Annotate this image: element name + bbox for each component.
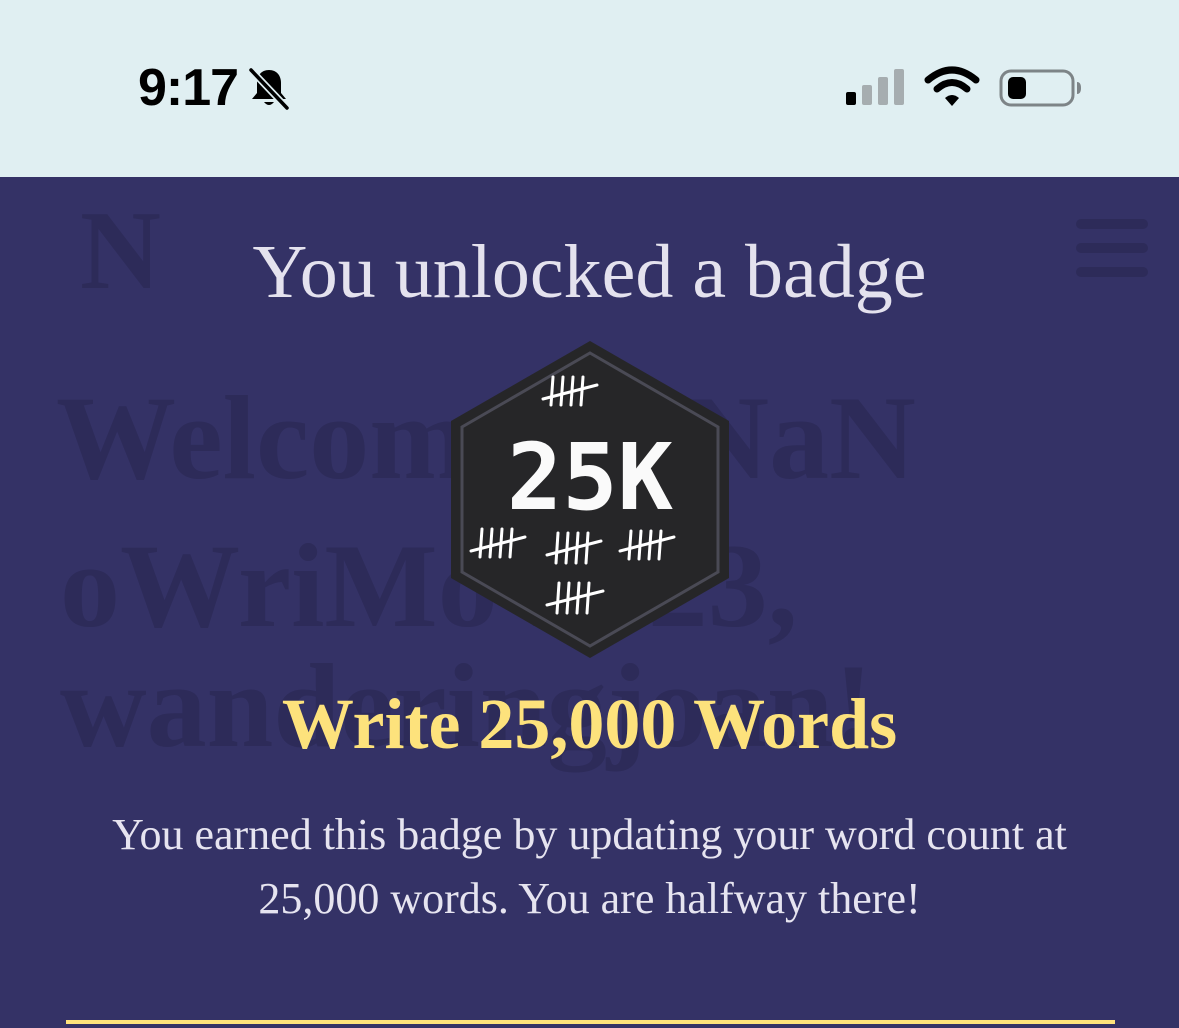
badge-25k-icon: 25K <box>451 341 729 658</box>
status-bar: 9:17 <box>0 0 1179 177</box>
wifi-icon <box>924 66 980 106</box>
modal-divider <box>66 1020 1115 1024</box>
badge-modal-overlay[interactable]: N Welcome to NaN oWriMo 2023, wanderingj… <box>0 177 1179 1028</box>
battery-icon <box>999 69 1081 107</box>
badge-description: You earned this badge by updating your w… <box>112 810 1067 923</box>
modal-title: You unlocked a badge <box>252 230 927 314</box>
badge-label: 25K <box>507 424 674 531</box>
cellular-signal-icon <box>846 69 904 105</box>
bell-slash-icon <box>248 67 290 110</box>
badge-name: Write 25,000 Words <box>281 684 898 764</box>
status-time: 9:17 <box>138 59 239 117</box>
